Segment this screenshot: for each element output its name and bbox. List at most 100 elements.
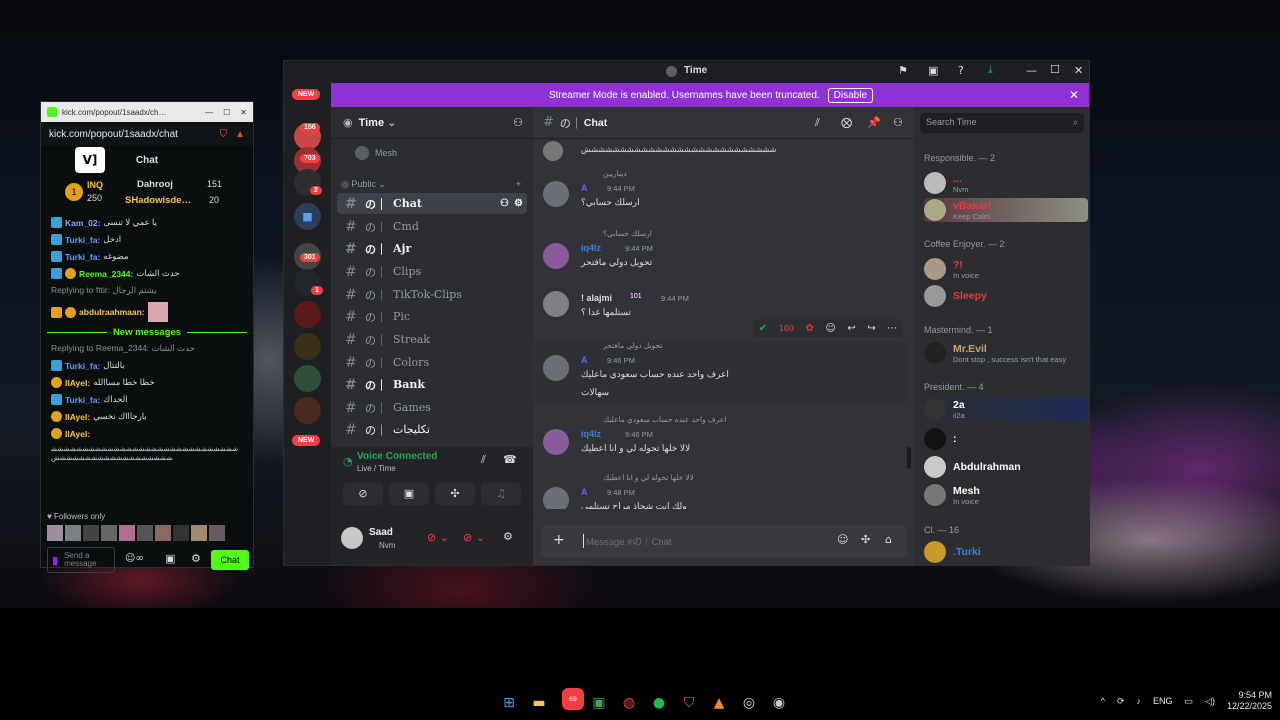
disconnect-icon[interactable]: ☎ <box>503 453 517 466</box>
minimize-button[interactable]: — <box>205 108 213 117</box>
react-check-icon[interactable]: ✔ <box>759 323 767 334</box>
send-message-input[interactable]: ▮ Send a message <box>47 547 115 573</box>
maximize-button[interactable]: ☐ <box>1050 63 1060 76</box>
member[interactable]: 2a ii2a <box>924 397 1088 421</box>
brave-rewards-icon[interactable]: ▲ <box>235 129 245 140</box>
voice-channel-name[interactable]: Live / Time <box>357 464 396 473</box>
mic-icon[interactable]: ♪ <box>1137 696 1142 706</box>
close-button[interactable]: ✕ <box>240 108 247 117</box>
voice-status[interactable]: Voice Connected <box>357 451 437 462</box>
deafen-button[interactable]: ⊘ ⌄ <box>463 531 485 544</box>
member[interactable]: ?! In voice <box>924 257 1084 281</box>
clock[interactable]: 9:54 PM 12/22/2025 <box>1227 690 1272 712</box>
server-icon[interactable] <box>294 333 321 360</box>
files-icon[interactable]: ▬ <box>528 692 550 714</box>
member[interactable]: : <box>924 427 1084 451</box>
channel-streak[interactable]: # の｜ Streak <box>337 329 527 350</box>
apps-icon[interactable]: ✣ <box>861 533 870 546</box>
server-icon[interactable] <box>294 301 321 328</box>
member-list-icon[interactable]: ⚇ <box>893 116 903 129</box>
windows-icon[interactable]: ⊞ <box>498 692 520 714</box>
server-icon[interactable] <box>294 365 321 392</box>
activities-button[interactable]: ✣ <box>435 483 475 505</box>
add-reaction-icon[interactable]: ☺ <box>825 323 835 334</box>
member[interactable]: Mr.Evil Dont stop , success isn't that ea… <box>924 341 1084 365</box>
channel-arabic[interactable]: # の｜ تكليجات <box>337 419 527 440</box>
download-icon[interactable]: ⤓ <box>988 63 993 77</box>
settings-icon[interactable]: ⚙ <box>191 552 201 565</box>
channel-games[interactable]: # の｜ Games <box>337 397 527 418</box>
user-avatar[interactable] <box>341 527 363 549</box>
channel-clips[interactable]: # の｜ Clips <box>337 261 527 282</box>
scrollbar[interactable] <box>907 447 911 469</box>
emote-icon[interactable]: ☺∞ <box>125 553 144 564</box>
search-input[interactable]: Search Time ⌕ <box>920 113 1084 133</box>
camera-off-button[interactable]: ⊘ <box>343 483 383 505</box>
add-attachment-icon[interactable]: + <box>553 532 565 548</box>
member[interactable]: ... Nvm <box>924 171 1084 195</box>
display-icon[interactable]: ▭ <box>1185 696 1194 707</box>
kick-address-bar[interactable]: kick.com/popout/1saadx/chat ⛉ ▲ <box>41 122 253 146</box>
react-100-icon[interactable]: 100 <box>779 324 794 333</box>
close-banner-icon[interactable]: ✕ <box>1069 88 1079 102</box>
message-input[interactable]: Message #の｜Chat <box>583 534 672 548</box>
member[interactable]: Abdulrahman <box>924 455 1084 479</box>
box-icon[interactable]: ▣ <box>928 64 938 77</box>
discord-icon[interactable]: ◉69 <box>558 688 584 714</box>
screen-share-button[interactable]: ▣ <box>389 483 429 505</box>
server-icon[interactable] <box>294 397 321 424</box>
soundboard-button[interactable]: ♫ <box>481 483 521 505</box>
gift-icon[interactable]: ⌂ <box>885 533 892 546</box>
voice-user-mesh[interactable]: Mesh <box>337 145 527 161</box>
maximize-button[interactable]: ☐ <box>223 108 230 117</box>
chrome-icon[interactable]: ◍ <box>618 692 640 714</box>
vlc-icon[interactable]: ▲ <box>708 692 730 714</box>
mute-button[interactable]: ⊘ ⌄ <box>427 531 449 544</box>
noise-suppression-icon[interactable]: ⫽ <box>481 453 486 467</box>
add-member-icon[interactable]: ⚇ <box>513 116 523 129</box>
member[interactable]: .Turki <box>924 540 1084 564</box>
server-header[interactable]: ◉ Time ⌄ ⚇ <box>331 107 533 139</box>
threads-icon[interactable]: ⫽ <box>815 116 820 130</box>
invite-icon[interactable]: ⚇ <box>500 198 509 209</box>
disable-streamer-mode-button[interactable]: Disable <box>827 87 874 103</box>
channel-ajr[interactable]: # の｜ Ajr <box>337 238 527 259</box>
more-icon[interactable]: ⋯ <box>887 323 897 334</box>
terminal-icon[interactable]: ▣ <box>588 692 610 714</box>
spotify-icon[interactable]: ● <box>648 692 670 714</box>
inbox-icon[interactable]: ⚑ <box>898 64 908 77</box>
add-channel-icon[interactable]: + <box>516 179 521 189</box>
channel-cmd[interactable]: # の｜ Cmd <box>337 216 527 237</box>
channel-pic[interactable]: # の｜ Pic <box>337 306 527 327</box>
emoji-icon[interactable]: ☺ <box>837 533 848 546</box>
steam-icon[interactable]: ◉ <box>768 692 790 714</box>
obs-icon[interactable]: ◎ <box>738 692 760 714</box>
network-icon[interactable]: ⟳ <box>1117 696 1125 707</box>
channel-bank[interactable]: # の｜ Bank <box>337 374 527 395</box>
react-rose-icon[interactable]: ✿ <box>806 323 814 334</box>
folder-icon[interactable]: ■ <box>294 203 321 230</box>
minimize-button[interactable]: — <box>1026 64 1037 77</box>
forward-icon[interactable]: ↪ <box>867 323 875 334</box>
member[interactable]: vBakari Keep Calm <box>924 198 1088 222</box>
volume-icon[interactable]: ◁) <box>1205 696 1215 707</box>
member[interactable]: Sleepy <box>924 284 1084 308</box>
channel-colors[interactable]: # の｜ Colors <box>337 352 527 373</box>
brave-shield-icon[interactable]: ⛉ <box>220 129 228 140</box>
help-icon[interactable]: ? <box>958 64 964 77</box>
channel-tiktok-clips[interactable]: # の｜ TikTok-Clips <box>337 284 527 305</box>
pinned-icon[interactable]: 📌 <box>867 116 881 129</box>
store-icon[interactable]: ▣ <box>165 552 175 565</box>
close-button[interactable]: ✕ <box>1074 64 1083 77</box>
mute-notifications-icon[interactable]: ⨂ <box>841 116 852 129</box>
reply-icon[interactable]: ↩ <box>847 323 855 334</box>
channel-settings-icon[interactable]: ⚙ <box>514 198 523 209</box>
user-settings-icon[interactable]: ⚙ <box>503 530 513 543</box>
brave-icon[interactable]: ⛉ <box>678 692 700 714</box>
member[interactable]: Mesh In voice <box>924 483 1084 507</box>
language-indicator[interactable]: ENG <box>1153 696 1173 706</box>
send-chat-button[interactable]: Chat <box>211 550 249 570</box>
channel-chat[interactable]: # の｜ Chat ⚇ ⚙ <box>337 193 527 214</box>
chevron-up-icon[interactable]: ^ <box>1101 696 1105 706</box>
category-public[interactable]: ◎ Public ⌄ + <box>341 179 521 190</box>
